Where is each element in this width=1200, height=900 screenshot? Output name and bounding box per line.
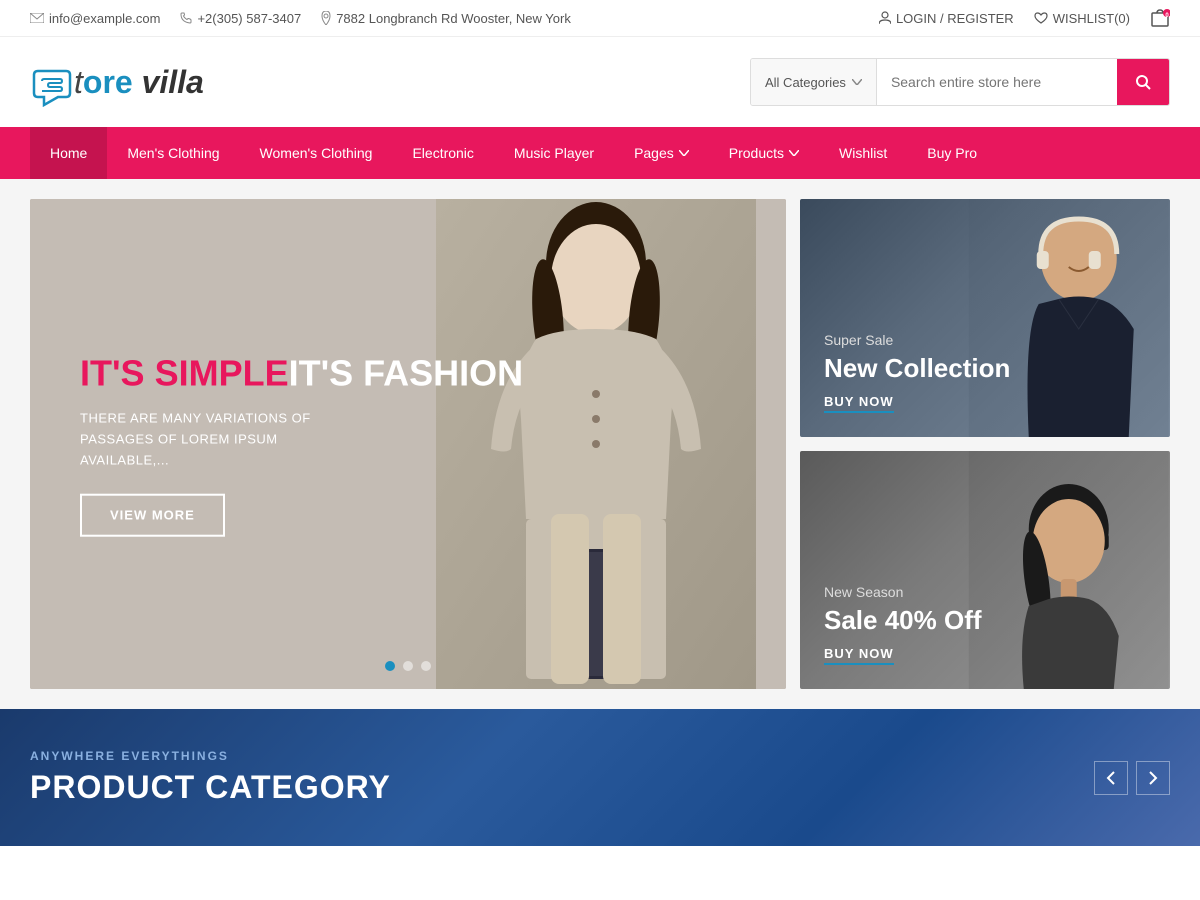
cart-link[interactable]: 0 bbox=[1150, 8, 1170, 28]
banner-1-title: New Collection bbox=[824, 354, 1010, 383]
wishlist-text: WISHLIST(0) bbox=[1053, 11, 1130, 26]
product-category-next-button[interactable] bbox=[1136, 761, 1170, 795]
right-banners: Super Sale New Collection BUY NOW bbox=[800, 199, 1170, 689]
address-text: 7882 Longbranch Rd Wooster, New York bbox=[336, 11, 571, 26]
phone-icon bbox=[180, 12, 192, 24]
nav-products[interactable]: Products bbox=[709, 127, 819, 179]
search-category-dropdown[interactable]: All Categories bbox=[751, 59, 877, 105]
banner-1-link[interactable]: BUY NOW bbox=[824, 394, 894, 413]
banner-2-content: New Season Sale 40% Off BUY NOW bbox=[824, 584, 982, 665]
nav-womens-clothing[interactable]: Women's Clothing bbox=[240, 127, 393, 179]
hero-cta-button[interactable]: VIEW MORE bbox=[80, 493, 225, 536]
logo-text: tore villa bbox=[74, 64, 204, 101]
address-info: 7882 Longbranch Rd Wooster, New York bbox=[321, 11, 571, 26]
chevron-down-icon bbox=[789, 150, 799, 156]
banner-new-collection: Super Sale New Collection BUY NOW bbox=[800, 199, 1170, 437]
email-text: info@example.com bbox=[49, 11, 160, 26]
nav-home[interactable]: Home bbox=[30, 127, 107, 179]
phone-info: +2(305) 587-3407 bbox=[180, 11, 301, 26]
banner-2-link[interactable]: BUY NOW bbox=[824, 646, 894, 665]
nav-electronic[interactable]: Electronic bbox=[392, 127, 493, 179]
product-category-prev-button[interactable] bbox=[1094, 761, 1128, 795]
hero-dot-1[interactable] bbox=[385, 661, 395, 671]
search-input[interactable] bbox=[877, 59, 1117, 105]
banner-2-tag: New Season bbox=[824, 584, 982, 600]
top-bar-right: LOGIN / REGISTER WISHLIST(0) 0 bbox=[879, 8, 1170, 28]
product-category-nav bbox=[1094, 761, 1170, 795]
banner-woman-image bbox=[967, 451, 1171, 689]
search-button[interactable] bbox=[1117, 59, 1169, 105]
logo[interactable]: tore villa bbox=[30, 57, 204, 107]
login-link[interactable]: LOGIN / REGISTER bbox=[879, 11, 1014, 26]
product-category-left: ANYWHERE EVERYTHINGS PRODUCT CATEGORY bbox=[30, 749, 391, 806]
hero-dots bbox=[385, 661, 431, 671]
search-category-label: All Categories bbox=[765, 75, 846, 90]
email-info: info@example.com bbox=[30, 11, 160, 26]
search-bar: All Categories bbox=[750, 58, 1170, 106]
search-icon bbox=[1135, 74, 1151, 90]
top-bar: info@example.com +2(305) 587-3407 7882 L… bbox=[0, 0, 1200, 37]
header: tore villa All Categories bbox=[0, 37, 1200, 127]
product-category-title: PRODUCT CATEGORY bbox=[30, 769, 391, 806]
phone-text: +2(305) 587-3407 bbox=[197, 11, 301, 26]
main-nav: Home Men's Clothing Women's Clothing Ele… bbox=[0, 127, 1200, 179]
nav-buy-pro[interactable]: Buy Pro bbox=[907, 127, 997, 179]
hero-content: IT'S SIMPLEIT'S FASHION THERE ARE MANY V… bbox=[80, 352, 523, 537]
nav-pages[interactable]: Pages bbox=[614, 127, 709, 179]
location-icon bbox=[321, 11, 331, 25]
banner-sale: New Season Sale 40% Off BUY NOW bbox=[800, 451, 1170, 689]
nav-wishlist[interactable]: Wishlist bbox=[819, 127, 907, 179]
top-bar-left: info@example.com +2(305) 587-3407 7882 L… bbox=[30, 11, 571, 26]
hero-dot-2[interactable] bbox=[403, 661, 413, 671]
cart-icon: 0 bbox=[1150, 8, 1170, 28]
chevron-left-icon bbox=[1106, 771, 1116, 785]
banner-1-content: Super Sale New Collection BUY NOW bbox=[824, 332, 1010, 413]
logo-icon bbox=[30, 57, 74, 107]
wishlist-link[interactable]: WISHLIST(0) bbox=[1034, 11, 1130, 26]
chevron-down-icon bbox=[852, 79, 862, 85]
hero-subtitle: THERE ARE MANY VARIATIONS OF PASSAGES OF… bbox=[80, 409, 360, 471]
product-category-section: ANYWHERE EVERYTHINGS PRODUCT CATEGORY bbox=[0, 709, 1200, 846]
chevron-down-icon bbox=[679, 150, 689, 156]
hero-background: IT'S SIMPLEIT'S FASHION THERE ARE MANY V… bbox=[30, 199, 786, 689]
product-category-label: ANYWHERE EVERYTHINGS bbox=[30, 749, 391, 763]
hero-title: IT'S SIMPLEIT'S FASHION bbox=[80, 352, 523, 395]
chevron-right-icon bbox=[1148, 771, 1158, 785]
email-icon bbox=[30, 13, 44, 23]
nav-music-player[interactable]: Music Player bbox=[494, 127, 614, 179]
banner-1-tag: Super Sale bbox=[824, 332, 1010, 348]
login-text: LOGIN / REGISTER bbox=[896, 11, 1014, 26]
hero-slider: IT'S SIMPLEIT'S FASHION THERE ARE MANY V… bbox=[30, 199, 786, 689]
hero-dot-3[interactable] bbox=[421, 661, 431, 671]
hero-title-white: IT'S FASHION bbox=[289, 353, 524, 394]
hero-title-pink: IT'S SIMPLE bbox=[80, 353, 289, 394]
heart-icon bbox=[1034, 12, 1048, 24]
banner-2-title: Sale 40% Off bbox=[824, 606, 982, 635]
user-icon bbox=[879, 11, 891, 25]
nav-mens-clothing[interactable]: Men's Clothing bbox=[107, 127, 239, 179]
main-content: IT'S SIMPLEIT'S FASHION THERE ARE MANY V… bbox=[0, 179, 1200, 709]
